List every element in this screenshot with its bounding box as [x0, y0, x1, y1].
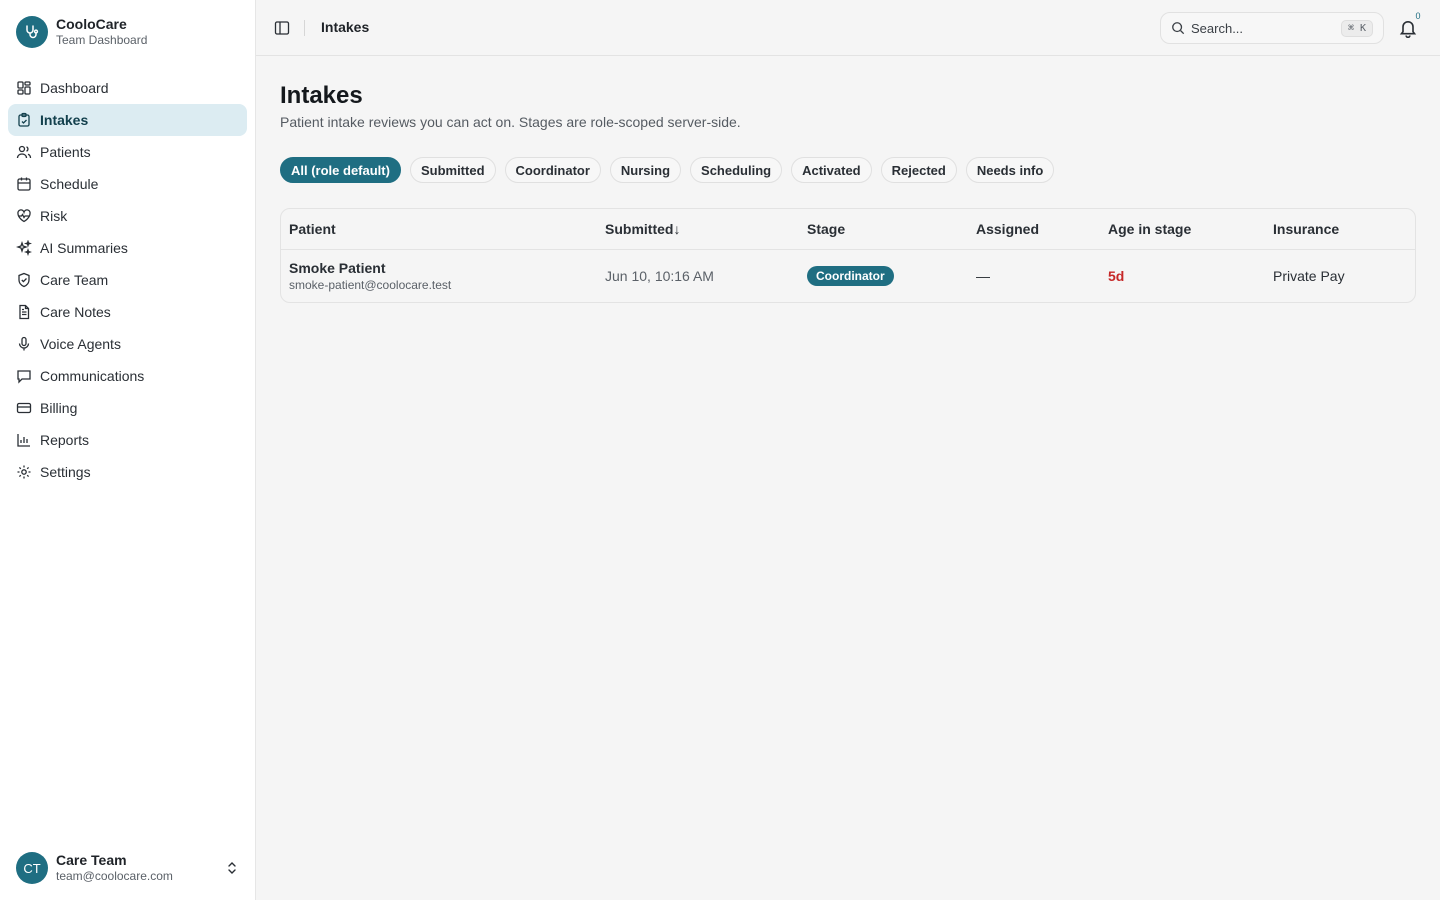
- age-cell: 5d: [1108, 268, 1125, 284]
- filter-submitted[interactable]: Submitted: [409, 157, 496, 183]
- page-subtitle: Patient intake reviews you can act on. S…: [280, 114, 741, 130]
- column-header-insurance[interactable]: Insurance: [1265, 221, 1415, 237]
- sidebar-item-label: Communications: [40, 368, 145, 384]
- sidebar-item-label: Reports: [40, 432, 90, 448]
- patient-name[interactable]: Smoke Patient: [289, 260, 597, 276]
- search-placeholder: Search...: [1191, 20, 1244, 36]
- brand-name: CooloCare: [56, 16, 127, 32]
- search-input[interactable]: Search... ⌘ K: [1160, 12, 1384, 44]
- brand-subtitle: Team Dashboard: [56, 33, 148, 47]
- column-header-age[interactable]: Age in stage: [1100, 221, 1265, 237]
- calendar-icon: [16, 176, 32, 192]
- topbar: Intakes Search... ⌘ K 0: [256, 0, 1440, 56]
- column-header-patient[interactable]: Patient: [281, 221, 597, 237]
- submitted-cell: Jun 10, 10:16 AM: [605, 268, 714, 284]
- search-icon: [1172, 22, 1185, 35]
- sidebar-item-label: Voice Agents: [40, 336, 121, 352]
- sidebar-nav: Dashboard Intakes Patients Schedule Risk…: [8, 72, 247, 488]
- avatar: CT: [16, 852, 48, 884]
- sidebar-toggle-button[interactable]: [272, 18, 292, 38]
- sidebar-item-label: Care Notes: [40, 304, 111, 320]
- divider: [304, 20, 305, 36]
- brand[interactable]: CooloCare Team Dashboard: [16, 16, 147, 48]
- gear-icon: [16, 464, 32, 480]
- sidebar-item-label: Patients: [40, 144, 91, 160]
- column-header-assigned[interactable]: Assigned: [968, 221, 1100, 237]
- page-title: Intakes: [280, 82, 363, 109]
- sidebar-item-care-team[interactable]: Care Team: [8, 264, 247, 296]
- column-header-stage[interactable]: Stage: [799, 221, 968, 237]
- sidebar-item-communications[interactable]: Communications: [8, 360, 247, 392]
- insurance-cell: Private Pay: [1273, 268, 1345, 284]
- chevrons-up-down-icon[interactable]: [224, 860, 240, 876]
- search-shortcut: ⌘ K: [1340, 19, 1373, 37]
- panel-left-icon: [274, 21, 290, 35]
- sidebar-item-label: Billing: [40, 400, 78, 416]
- sidebar-item-care-notes[interactable]: Care Notes: [8, 296, 247, 328]
- microphone-icon: [16, 336, 32, 352]
- user-email: team@coolocare.com: [56, 869, 173, 883]
- sort-arrow-icon: ↓: [673, 221, 681, 237]
- document-icon: [16, 304, 32, 320]
- column-label: Submitted: [605, 221, 674, 237]
- sidebar-item-label: Intakes: [40, 112, 89, 128]
- sidebar-item-label: Care Team: [40, 272, 109, 288]
- sidebar-item-label: Risk: [40, 208, 68, 224]
- heart-pulse-icon: [16, 208, 32, 224]
- sidebar-item-label: AI Summaries: [40, 240, 128, 256]
- patient-email: smoke-patient@coolocare.test: [289, 278, 452, 292]
- sparkles-icon: [16, 240, 32, 256]
- sidebar-item-voice-agents[interactable]: Voice Agents: [8, 328, 247, 360]
- sidebar-item-label: Settings: [40, 464, 91, 480]
- sidebar-item-intakes[interactable]: Intakes: [8, 104, 247, 136]
- stage-cell: Coordinator: [799, 266, 968, 286]
- column-header-submitted[interactable]: Submitted↓: [597, 221, 799, 237]
- sidebar-item-schedule[interactable]: Schedule: [8, 168, 247, 200]
- sidebar-item-label: Dashboard: [40, 80, 109, 96]
- clipboard-icon: [16, 112, 32, 128]
- sidebar-item-settings[interactable]: Settings: [8, 456, 247, 488]
- assigned-cell: —: [976, 268, 990, 284]
- sidebar-item-ai-summaries[interactable]: AI Summaries: [8, 232, 247, 264]
- table-row[interactable]: Smoke Patient smoke-patient@coolocare.te…: [281, 250, 1415, 302]
- sidebar-item-billing[interactable]: Billing: [8, 392, 247, 424]
- filter-scheduling[interactable]: Scheduling: [690, 157, 783, 183]
- patient-cell: Smoke Patient smoke-patient@coolocare.te…: [281, 260, 597, 292]
- filter-activated[interactable]: Activated: [791, 157, 872, 183]
- breadcrumb: Intakes: [321, 19, 370, 35]
- sidebar-item-risk[interactable]: Risk: [8, 200, 247, 232]
- filter-nursing[interactable]: Nursing: [609, 157, 682, 183]
- sidebar-item-dashboard[interactable]: Dashboard: [8, 72, 247, 104]
- message-icon: [16, 368, 32, 384]
- stage-filters: All (role default) Submitted Coordinator…: [280, 157, 1055, 183]
- credit-card-icon: [16, 400, 32, 416]
- filter-coordinator[interactable]: Coordinator: [504, 157, 601, 183]
- sidebar-item-reports[interactable]: Reports: [8, 424, 247, 456]
- users-icon: [16, 144, 32, 160]
- user-name: Care Team: [56, 852, 127, 868]
- filter-rejected[interactable]: Rejected: [880, 157, 957, 183]
- stethoscope-icon: [16, 16, 48, 48]
- notification-count: 0: [1415, 11, 1421, 21]
- table-header: Patient Submitted↓ Stage Assigned Age in…: [281, 209, 1415, 250]
- status-badge: Coordinator: [807, 266, 894, 286]
- intakes-table: Patient Submitted↓ Stage Assigned Age in…: [280, 208, 1416, 303]
- sidebar-item-patients[interactable]: Patients: [8, 136, 247, 168]
- sidebar: CooloCare Team Dashboard Dashboard Intak…: [0, 0, 256, 900]
- shield-icon: [16, 272, 32, 288]
- filter-needs-info[interactable]: Needs info: [965, 157, 1055, 183]
- filter-all[interactable]: All (role default): [280, 157, 401, 183]
- dashboard-icon: [16, 80, 32, 96]
- user-menu[interactable]: CT Care Team team@coolocare.com: [16, 852, 240, 884]
- bar-chart-icon: [16, 432, 32, 448]
- sidebar-item-label: Schedule: [40, 176, 99, 192]
- main-content: Intakes Patient intake reviews you can a…: [280, 80, 1416, 303]
